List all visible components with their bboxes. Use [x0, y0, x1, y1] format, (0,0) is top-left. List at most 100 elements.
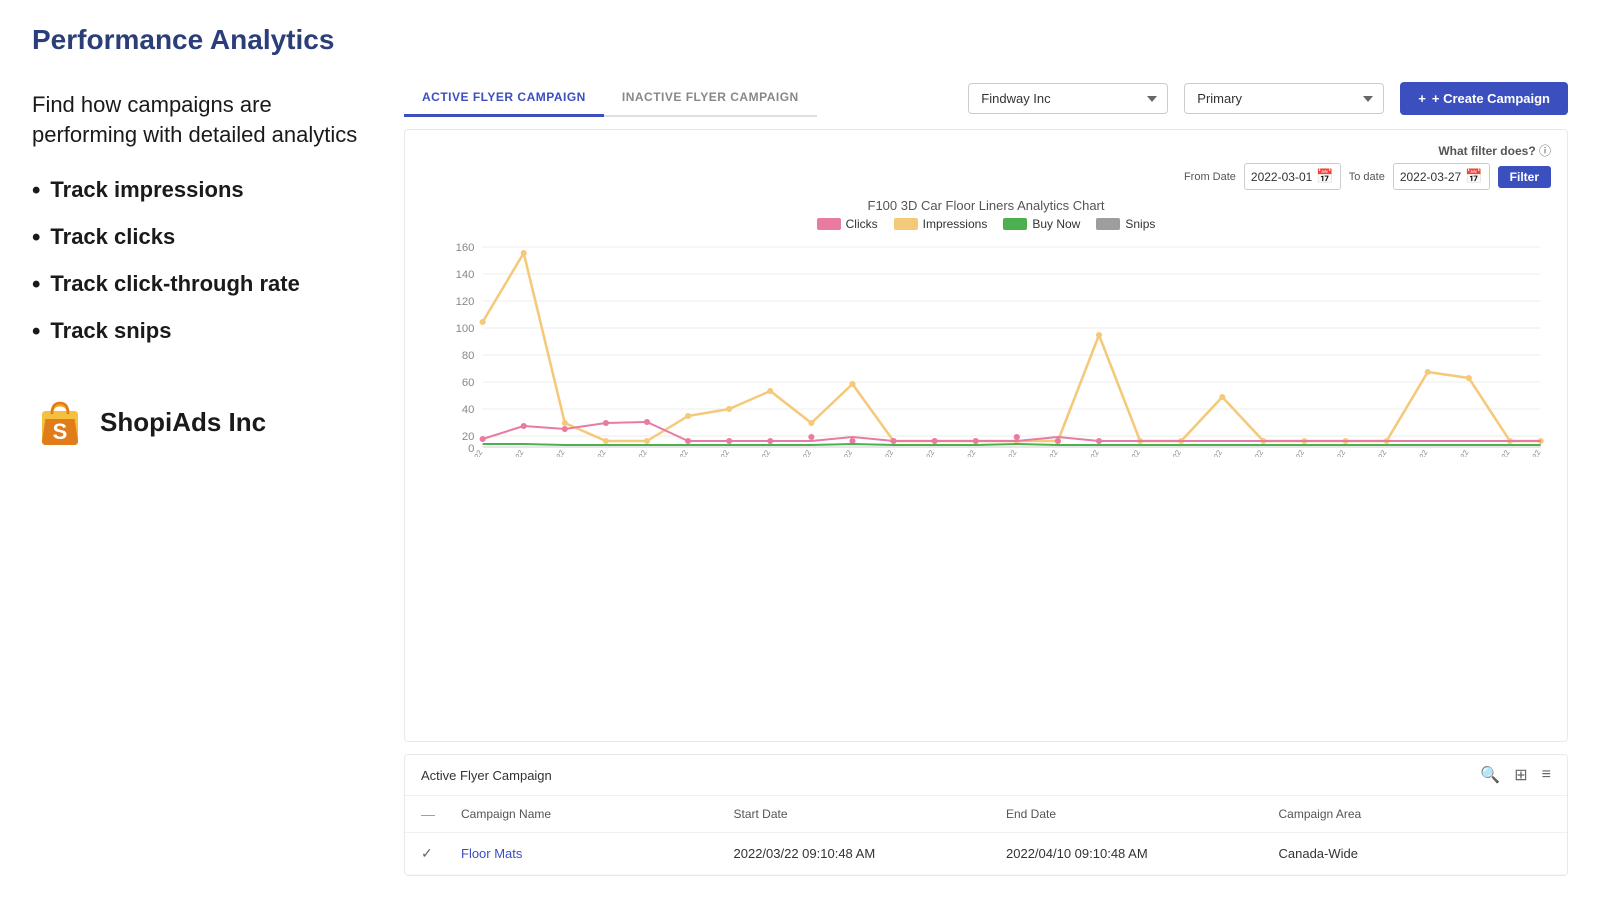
svg-text:03/26/2022: 03/26/2022 [1485, 449, 1512, 457]
col-start-date: Start Date [734, 807, 1007, 821]
chart-header: What filter does? ⓘ From Date 2022-03-01… [421, 142, 1551, 190]
svg-text:03/08/2022: 03/08/2022 [745, 449, 772, 457]
intro-text: Find how campaigns are performing with d… [32, 90, 372, 149]
shopiads-logo-icon: S [32, 395, 88, 451]
legend-snips: Snips [1096, 217, 1155, 231]
svg-text:40: 40 [462, 404, 475, 416]
svg-text:03/21/2022: 03/21/2022 [1279, 449, 1306, 457]
create-plus-icon: + [1418, 91, 1426, 106]
svg-text:03/04/2022: 03/04/2022 [581, 449, 608, 457]
svg-text:03/27/2022: 03/27/2022 [1515, 449, 1542, 457]
svg-text:03/25/2022: 03/25/2022 [1443, 449, 1470, 457]
calendar-to-icon: 📅 [1465, 168, 1482, 185]
legend-impressions: Impressions [894, 217, 988, 231]
svg-text:160: 160 [456, 242, 475, 254]
table-header-bar: Active Flyer Campaign 🔍 ⊞ ≡ [405, 755, 1567, 796]
svg-text:03/11/2022: 03/11/2022 [868, 449, 895, 457]
svg-text:03/12/2022: 03/12/2022 [909, 449, 936, 457]
legend-buynow-label: Buy Now [1032, 217, 1080, 231]
legend-clicks-color [817, 218, 841, 230]
svg-text:S: S [53, 419, 68, 444]
table-section: Active Flyer Campaign 🔍 ⊞ ≡ — Campaign N… [404, 754, 1568, 876]
legend-snips-color [1096, 218, 1120, 230]
primary-select[interactable]: Primary [1184, 83, 1384, 114]
svg-text:03/15/2022: 03/15/2022 [1033, 449, 1060, 457]
feature-ctr: Track click-through rate [32, 271, 372, 300]
right-panel: ACTIVE FLYER CAMPAIGN INACTIVE FLYER CAM… [404, 80, 1568, 876]
table-title: Active Flyer Campaign [421, 768, 552, 783]
grid-icon[interactable]: ⊞ [1514, 765, 1527, 785]
legend-impressions-color [894, 218, 918, 230]
from-date-value: 2022-03-01 [1251, 170, 1312, 184]
chart-svg: 160 140 120 100 80 60 40 20 0 [421, 237, 1551, 457]
left-panel: Find how campaigns are performing with d… [32, 80, 372, 876]
row-campaign-name[interactable]: Floor Mats [461, 846, 734, 861]
filter-hint: What filter does? ⓘ [1438, 142, 1551, 159]
filter-button[interactable]: Filter [1498, 166, 1551, 188]
svg-text:03/18/2022: 03/18/2022 [1156, 449, 1183, 457]
col-area: Campaign Area [1279, 807, 1552, 821]
filter-icon[interactable]: ≡ [1542, 766, 1551, 784]
chart-legend: Clicks Impressions Buy Now Snips [421, 217, 1551, 231]
svg-text:03/10/2022: 03/10/2022 [827, 449, 854, 457]
svg-text:03/06/2022: 03/06/2022 [663, 449, 690, 457]
create-campaign-label: + Create Campaign [1432, 91, 1550, 106]
to-date-value: 2022-03-27 [1400, 170, 1461, 184]
from-date-input[interactable]: 2022-03-01 📅 [1244, 163, 1341, 190]
svg-text:03/09/2022: 03/09/2022 [786, 449, 813, 457]
calendar-from-icon: 📅 [1316, 168, 1333, 185]
tabs: ACTIVE FLYER CAMPAIGN INACTIVE FLYER CAM… [404, 80, 817, 117]
chart-container: What filter does? ⓘ From Date 2022-03-01… [404, 129, 1568, 742]
table-icons: 🔍 ⊞ ≡ [1480, 765, 1551, 785]
legend-impressions-label: Impressions [923, 217, 988, 231]
row-area: Canada-Wide [1279, 846, 1552, 861]
legend-clicks-label: Clicks [846, 217, 878, 231]
filter-section: What filter does? ⓘ From Date 2022-03-01… [1184, 142, 1551, 190]
feature-snips: Track snips [32, 318, 372, 347]
svg-text:60: 60 [462, 377, 475, 389]
feature-list: Track impressions Track clicks Track cli… [32, 177, 372, 346]
svg-text:03/24/2022: 03/24/2022 [1402, 449, 1429, 457]
svg-text:03/03/2022: 03/03/2022 [539, 449, 566, 457]
legend-clicks: Clicks [817, 217, 878, 231]
feature-impressions: Track impressions [32, 177, 372, 206]
col-campaign-name: Campaign Name [461, 807, 734, 821]
chart-title: F100 3D Car Floor Liners Analytics Chart [421, 198, 1551, 213]
to-label: To date [1349, 171, 1385, 183]
search-icon[interactable]: 🔍 [1480, 765, 1500, 785]
legend-buynow-color [1003, 218, 1027, 230]
row-chevron-icon[interactable]: ✓ [421, 845, 461, 862]
chart-area: 160 140 120 100 80 60 40 20 0 [421, 237, 1551, 457]
svg-text:80: 80 [462, 350, 475, 362]
row-end-date: 2022/04/10 09:10:48 AM [1006, 846, 1279, 861]
svg-text:03/07/2022: 03/07/2022 [704, 449, 731, 457]
table-columns: — Campaign Name Start Date End Date Camp… [405, 796, 1567, 833]
svg-text:20: 20 [462, 431, 475, 443]
svg-text:03/23/2022: 03/23/2022 [1361, 449, 1388, 457]
svg-text:03/13/2022: 03/13/2022 [950, 449, 977, 457]
col-check: — [421, 806, 461, 822]
table-row: ✓ Floor Mats 2022/03/22 09:10:48 AM 2022… [405, 833, 1567, 875]
svg-text:03/02/2022: 03/02/2022 [498, 449, 525, 457]
logo-text: ShopiAds Inc [100, 407, 266, 438]
svg-text:03/20/2022: 03/20/2022 [1238, 449, 1265, 457]
date-row: From Date 2022-03-01 📅 To date 2022-03-2… [1184, 163, 1551, 190]
legend-buynow: Buy Now [1003, 217, 1080, 231]
svg-text:140: 140 [456, 269, 475, 281]
svg-text:03/22/2022: 03/22/2022 [1320, 449, 1347, 457]
company-select[interactable]: Findway Inc [968, 83, 1168, 114]
svg-text:03/14/2022: 03/14/2022 [991, 449, 1018, 457]
row-start-date: 2022/03/22 09:10:48 AM [734, 846, 1007, 861]
tab-inactive-flyer[interactable]: INACTIVE FLYER CAMPAIGN [604, 80, 817, 117]
top-bar: ACTIVE FLYER CAMPAIGN INACTIVE FLYER CAM… [404, 80, 1568, 117]
tab-active-flyer[interactable]: ACTIVE FLYER CAMPAIGN [404, 80, 604, 117]
col-end-date: End Date [1006, 807, 1279, 821]
from-label: From Date [1184, 171, 1236, 183]
page-title: Performance Analytics [32, 24, 1568, 56]
to-date-input[interactable]: 2022-03-27 📅 [1393, 163, 1490, 190]
svg-text:100: 100 [456, 323, 475, 335]
create-campaign-button[interactable]: + + Create Campaign [1400, 82, 1568, 115]
svg-text:03/05/2022: 03/05/2022 [622, 449, 649, 457]
svg-text:03/19/2022: 03/19/2022 [1197, 449, 1224, 457]
legend-snips-label: Snips [1125, 217, 1155, 231]
